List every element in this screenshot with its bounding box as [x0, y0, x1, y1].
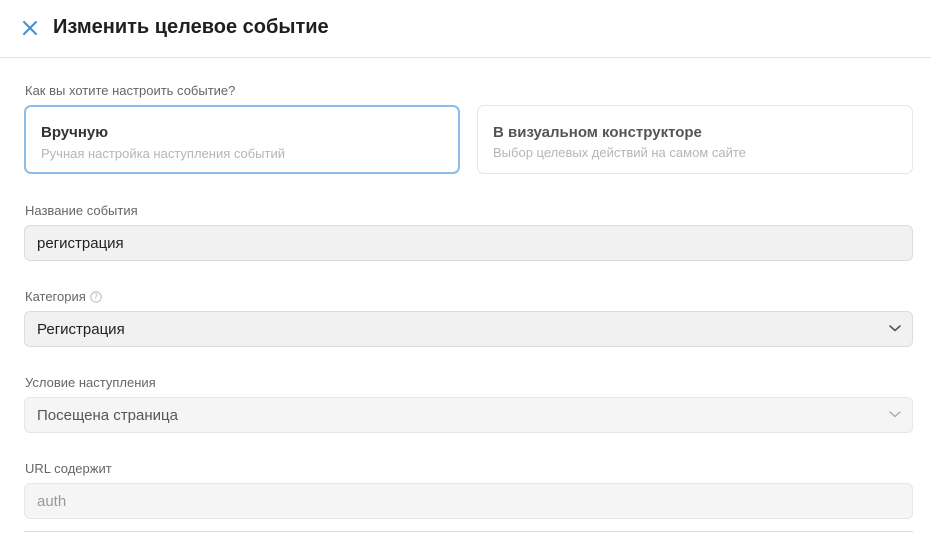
category-select[interactable]: Регистрация: [24, 311, 913, 347]
mode-option-manual[interactable]: Вручную Ручная настройка наступления соб…: [24, 105, 460, 174]
condition-value: Посещена страница: [37, 407, 178, 424]
help-icon[interactable]: ?: [90, 291, 102, 303]
chevron-down-icon: [889, 325, 901, 332]
setup-question: Как вы хотите настроить событие?: [25, 83, 236, 98]
event-name-value: регистрация: [37, 235, 124, 252]
mode-option-subtitle: Ручная настройка наступления событий: [41, 146, 286, 161]
dialog-title: Изменить целевое событие: [53, 16, 329, 38]
dialog-header: Изменить целевое событие: [0, 0, 931, 58]
mode-option-title: Вручную: [41, 124, 109, 141]
mode-option-visual-builder[interactable]: В визуальном конструкторе Выбор целевых …: [477, 105, 913, 174]
url-label: URL содержит: [25, 461, 112, 476]
category-label: Категория: [25, 289, 86, 304]
url-value: auth: [37, 493, 67, 510]
condition-select[interactable]: Посещена страница: [24, 397, 913, 433]
divider: [24, 531, 913, 532]
mode-option-subtitle: Выбор целевых действий на самом сайте: [493, 145, 746, 160]
event-name-label: Название события: [25, 203, 138, 218]
svg-text:?: ?: [94, 293, 98, 302]
close-icon[interactable]: [20, 18, 40, 38]
mode-option-title: В визуальном конструкторе: [493, 124, 702, 141]
condition-label: Условие наступления: [25, 375, 156, 390]
chevron-down-icon: [889, 411, 901, 418]
category-value: Регистрация: [37, 321, 125, 338]
event-name-input[interactable]: регистрация: [24, 225, 913, 261]
url-input[interactable]: auth: [24, 483, 913, 519]
